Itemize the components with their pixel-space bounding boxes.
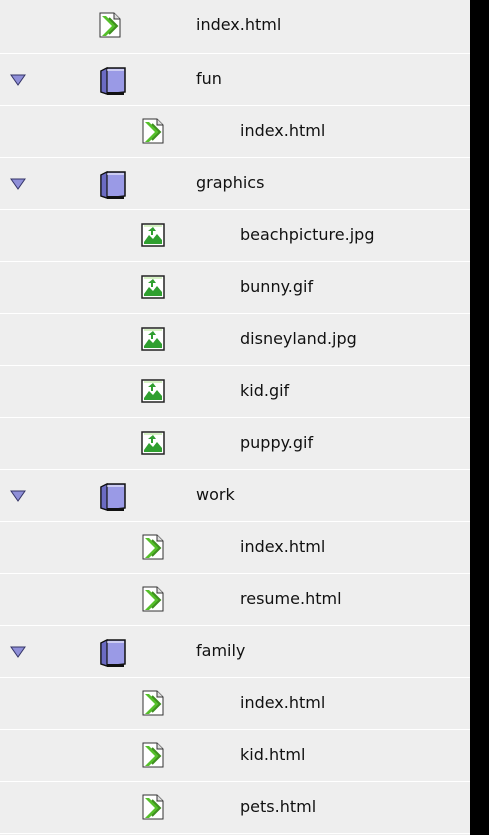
- file-name: index.html: [196, 15, 282, 34]
- folder-name: family: [196, 641, 246, 660]
- file-name: beachpicture.jpg: [240, 225, 375, 244]
- image-file-icon: [140, 430, 166, 456]
- html-file-icon: [140, 118, 166, 144]
- image-file-icon: [140, 222, 166, 248]
- list-item[interactable]: fun: [0, 54, 470, 106]
- disclosure-triangle-icon[interactable]: [10, 645, 26, 659]
- list-item[interactable]: index.html: [0, 678, 470, 730]
- file-name: kid.html: [240, 745, 306, 764]
- file-name: resume.html: [240, 589, 342, 608]
- scroll-area-edge: [470, 0, 489, 835]
- html-file-icon: [140, 534, 166, 560]
- file-list-pane: index.html fun index.html graphics beach…: [0, 0, 470, 835]
- folder-name: work: [196, 485, 235, 504]
- file-name: bunny.gif: [240, 277, 314, 296]
- list-item[interactable]: kid.html: [0, 730, 470, 782]
- list-item[interactable]: work: [0, 470, 470, 522]
- list-item[interactable]: resume.html: [0, 574, 470, 626]
- list-item[interactable]: beachpicture.jpg: [0, 210, 470, 262]
- disclosure-triangle-icon[interactable]: [10, 489, 26, 503]
- folder-icon: [97, 66, 129, 96]
- image-file-icon: [140, 326, 166, 352]
- file-name: index.html: [240, 537, 326, 556]
- list-item[interactable]: disneyland.jpg: [0, 314, 470, 366]
- html-file-icon: [140, 794, 166, 820]
- folder-name: fun: [196, 69, 222, 88]
- list-item[interactable]: puppy.gif: [0, 418, 470, 470]
- folder-icon: [97, 638, 129, 668]
- html-file-icon: [140, 690, 166, 716]
- file-name: puppy.gif: [240, 433, 314, 452]
- image-file-icon: [140, 274, 166, 300]
- disclosure-triangle-icon[interactable]: [10, 177, 26, 191]
- folder-name: graphics: [196, 173, 265, 192]
- folder-icon: [97, 482, 129, 512]
- html-file-icon: [97, 12, 123, 38]
- list-item[interactable]: kid.gif: [0, 366, 470, 418]
- list-item[interactable]: index.html: [0, 522, 470, 574]
- file-name: disneyland.jpg: [240, 329, 357, 348]
- file-name: index.html: [240, 121, 326, 140]
- file-name: pets.html: [240, 797, 317, 816]
- list-item[interactable]: pets.html: [0, 782, 470, 834]
- image-file-icon: [140, 378, 166, 404]
- folder-icon: [97, 170, 129, 200]
- list-item[interactable]: graphics: [0, 158, 470, 210]
- file-name: index.html: [240, 693, 326, 712]
- list-item[interactable]: bunny.gif: [0, 262, 470, 314]
- list-item[interactable]: index.html: [0, 106, 470, 158]
- list-item[interactable]: family: [0, 626, 470, 678]
- list-item[interactable]: index.html: [0, 0, 470, 54]
- html-file-icon: [140, 586, 166, 612]
- file-name: kid.gif: [240, 381, 290, 400]
- disclosure-triangle-icon[interactable]: [10, 73, 26, 87]
- html-file-icon: [140, 742, 166, 768]
